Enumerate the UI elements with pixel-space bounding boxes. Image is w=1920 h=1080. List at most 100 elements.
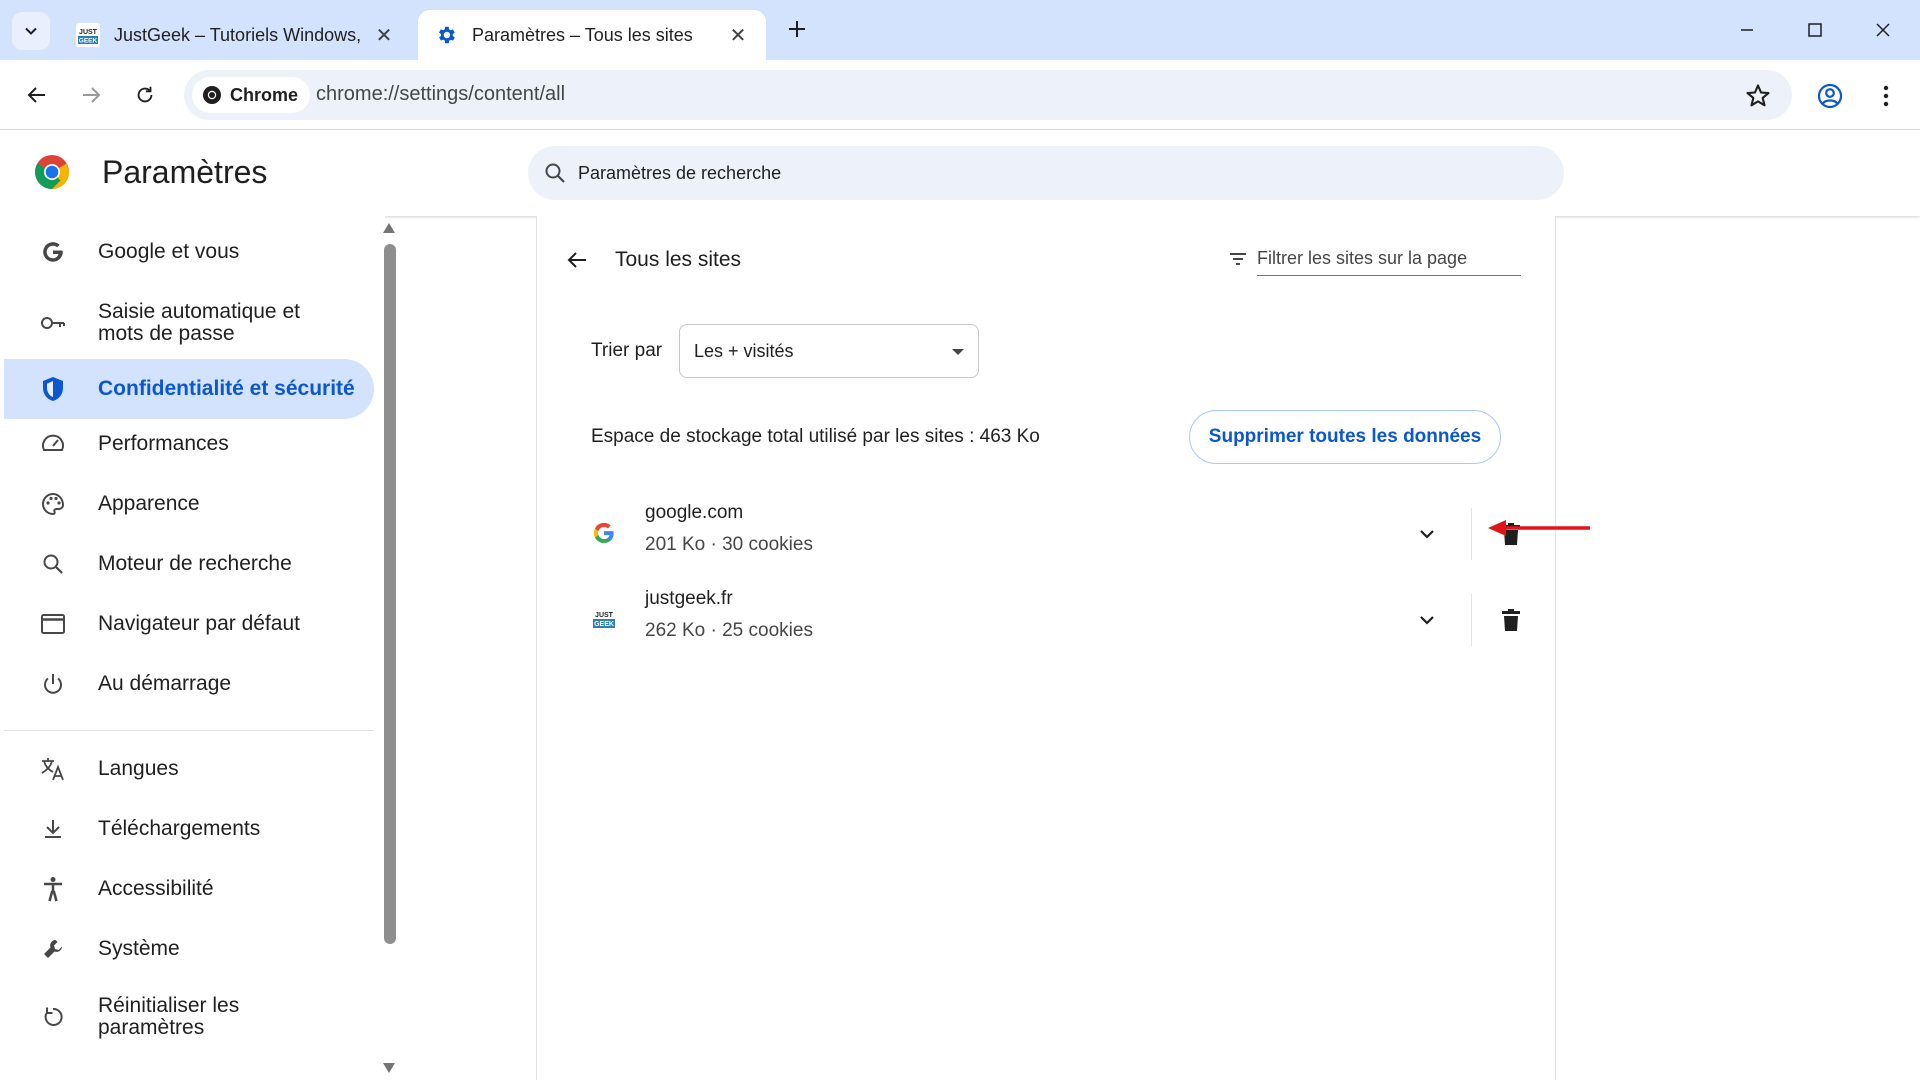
site-info-chip[interactable]: Chrome	[192, 77, 311, 113]
back-arrow-button[interactable]	[559, 242, 595, 278]
bookmark-star-icon[interactable]	[1744, 82, 1772, 110]
delete-site-button[interactable]	[1493, 602, 1529, 638]
close-tab-icon[interactable]: ✕	[726, 23, 750, 47]
arrow-right-icon	[83, 87, 101, 103]
address-bar[interactable]: Chrome chrome://settings/content/all	[184, 70, 1792, 120]
trash-icon	[1502, 609, 1520, 631]
expand-site-button[interactable]	[1409, 602, 1445, 638]
sidebar-item-label: Au démarrage	[98, 672, 232, 695]
filter-sites-field[interactable]	[1230, 242, 1521, 276]
arrow-left-icon	[27, 87, 45, 103]
sidebar-item-autofill[interactable]: Saisie automatique et mots de passe	[4, 296, 374, 350]
download-icon	[38, 814, 68, 844]
delete-all-data-button[interactable]: Supprimer toutes les données	[1189, 410, 1501, 464]
sort-selected-value: Les + visités	[694, 340, 794, 361]
chip-label: Chrome	[230, 84, 299, 105]
arrow-left-icon	[567, 252, 586, 268]
speedometer-icon	[38, 429, 68, 459]
sidebar-divider	[4, 730, 374, 731]
chevron-down-icon	[1420, 530, 1434, 539]
justgeek-icon: JUST GEEK	[591, 606, 617, 632]
svg-text:GEEK: GEEK	[79, 38, 98, 45]
filter-sites-input[interactable]	[1257, 248, 1507, 269]
sidebar-item-appearance[interactable]: Apparence	[4, 482, 374, 526]
svg-text:JUST: JUST	[595, 612, 614, 619]
page-title: Paramètres	[102, 154, 268, 190]
row-separator	[1471, 594, 1472, 646]
maximize-button[interactable]	[1792, 10, 1838, 50]
minimize-button[interactable]	[1724, 10, 1770, 50]
sidebar-item-downloads[interactable]: Téléchargements	[4, 807, 374, 851]
sidebar-item-search-engine[interactable]: Moteur de recherche	[4, 542, 374, 586]
tab-title: JustGeek – Tutoriels Windows, L	[114, 24, 364, 45]
google-g-icon	[591, 520, 617, 546]
sidebar-item-label: Saisie automatique et mots de passe	[98, 300, 300, 345]
power-icon	[38, 669, 68, 699]
justgeek-favicon-icon: JUST GEEK	[76, 23, 100, 47]
close-window-button[interactable]	[1860, 10, 1906, 50]
scroll-up-arrow-icon[interactable]	[382, 222, 396, 234]
settings-search-input[interactable]	[578, 162, 1478, 184]
site-row-justgeek[interactable]: JUST GEEK justgeek.fr 262 Ko · 25 cookies	[591, 580, 1521, 666]
sidebar-item-label: Navigateur par défaut	[98, 612, 300, 635]
row-separator	[1471, 508, 1472, 560]
sidebar-item-label: Téléchargements	[98, 817, 261, 840]
tab-title: Paramètres – Tous les sites	[472, 24, 693, 45]
tab-strip: JUST GEEK JustGeek – Tutoriels Windows, L…	[0, 0, 1920, 60]
sidebar-item-startup[interactable]: Au démarrage	[4, 662, 374, 706]
sidebar-item-reset[interactable]: Réinitialiser les paramètres	[4, 990, 374, 1044]
reset-icon	[38, 1002, 68, 1032]
site-usage: 201 Ko · 30 cookies	[645, 534, 813, 555]
reload-icon	[137, 86, 153, 103]
sidebar-item-default-browser[interactable]: Navigateur par défaut	[4, 602, 374, 646]
storage-summary: Espace de stockage total utilisé par les…	[591, 426, 1040, 447]
all-sites-card: Tous les sites Trier par Les + visités E…	[536, 216, 1556, 1080]
sidebar-item-performance[interactable]: Performances	[4, 422, 374, 466]
sidebar-item-google[interactable]: Google et vous	[4, 230, 374, 274]
site-domain[interactable]: justgeek.fr	[645, 588, 733, 610]
site-row-google[interactable]: google.com 201 Ko · 30 cookies	[591, 494, 1521, 580]
sidebar-item-system[interactable]: Système	[4, 927, 374, 971]
scroll-down-arrow-icon[interactable]	[382, 1062, 396, 1074]
profile-avatar-icon[interactable]	[1812, 78, 1848, 114]
wrench-icon	[38, 934, 68, 964]
site-domain[interactable]: google.com	[645, 502, 743, 524]
shield-icon	[38, 374, 68, 404]
browser-menu-button[interactable]	[1868, 78, 1904, 114]
google-g-icon	[38, 237, 68, 267]
svg-text:JUST: JUST	[79, 29, 98, 36]
browser-window-icon	[38, 609, 68, 639]
settings-sidebar: Google et vous Saisie automatique et mot…	[0, 216, 396, 1080]
filter-icon	[1230, 252, 1246, 265]
plus-icon	[789, 21, 805, 37]
sidebar-scrollbar-thumb[interactable]	[384, 244, 396, 944]
tab-search-button[interactable]	[12, 12, 50, 50]
forward-button[interactable]	[70, 74, 112, 116]
palette-icon	[38, 489, 68, 519]
sidebar-item-label: Confidentialité et sécurité	[98, 377, 355, 400]
tab-justgeek[interactable]: JUST GEEK JustGeek – Tutoriels Windows, L…	[60, 10, 412, 60]
sidebar-item-label: Langues	[98, 757, 179, 780]
sidebar-item-privacy[interactable]: Confidentialité et sécurité	[4, 359, 374, 419]
browser-toolbar: Chrome chrome://settings/content/all	[0, 60, 1920, 130]
new-tab-button[interactable]	[782, 14, 812, 44]
reload-button[interactable]	[124, 74, 166, 116]
close-tab-icon[interactable]: ✕	[372, 23, 396, 47]
sort-dropdown[interactable]: Les + visités	[679, 324, 979, 378]
chevron-down-icon	[25, 27, 37, 35]
sidebar-item-languages[interactable]: Langues	[4, 747, 374, 791]
tab-settings[interactable]: Paramètres – Tous les sites ✕	[418, 10, 766, 60]
gear-icon	[434, 23, 458, 47]
sidebar-item-label: Réinitialiser les paramètres	[98, 994, 240, 1039]
expand-site-button[interactable]	[1409, 516, 1445, 552]
url-text[interactable]: chrome://settings/content/all	[316, 83, 565, 106]
sidebar-item-label: Apparence	[98, 492, 200, 515]
sidebar-item-accessibility[interactable]: Accessibilité	[4, 867, 374, 911]
settings-header: Paramètres	[0, 130, 1920, 216]
minimize-icon	[1741, 29, 1753, 31]
maximize-icon	[1808, 23, 1822, 37]
back-button[interactable]	[16, 74, 58, 116]
chrome-logo-icon	[35, 155, 69, 189]
settings-search[interactable]	[528, 146, 1564, 200]
sidebar-item-label: Système	[98, 937, 180, 960]
